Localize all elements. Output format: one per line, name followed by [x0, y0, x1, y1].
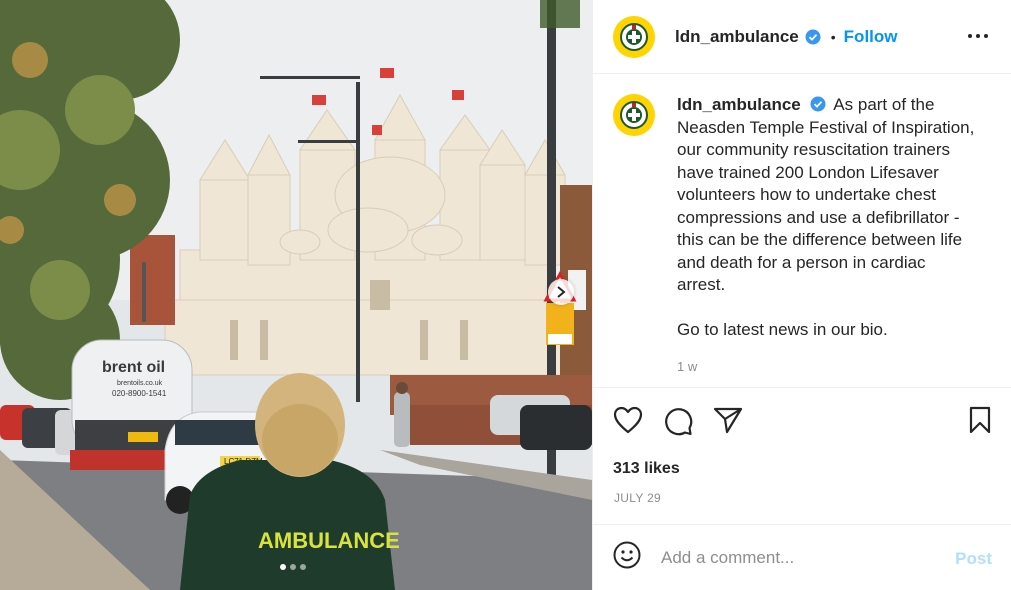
truck-site-text: brentoils.co.uk [117, 380, 163, 387]
carousel-indicator [280, 564, 306, 570]
avatar[interactable] [613, 15, 655, 58]
carousel-dot [290, 564, 296, 570]
caption-section: ldn_ambulance As part of the Neasden Tem… [593, 74, 1011, 387]
post-side-panel: ldn_ambulance • Follow ldn_ambulance As … [592, 0, 1011, 590]
post-comment-button[interactable]: Post [955, 549, 992, 569]
ambulance-crest-icon [620, 22, 648, 51]
caption-body-2: Go to latest news in our bio. [677, 319, 888, 339]
follow-button[interactable]: Follow [844, 27, 898, 47]
verified-badge-icon [805, 29, 821, 44]
verified-badge-icon [810, 96, 825, 112]
send-icon [713, 407, 743, 434]
carousel-next-button[interactable] [548, 279, 574, 305]
comment-icon [665, 408, 693, 436]
more-options-button[interactable] [967, 24, 989, 53]
heart-icon [613, 406, 643, 434]
header-separator: • [830, 28, 836, 45]
emoji-button[interactable] [613, 541, 641, 574]
jacket-text: AMBULANCE [258, 528, 400, 553]
header-username[interactable]: ldn_ambulance [675, 27, 799, 47]
chevron-right-icon [557, 286, 566, 298]
caption-row: ldn_ambulance As part of the Neasden Tem… [613, 94, 992, 341]
bookmark-icon [969, 406, 991, 434]
likes-count[interactable]: 313 likes [613, 460, 680, 478]
post-image[interactable]: brent oil brentoils.co.uk 020-8900-1541 … [0, 0, 592, 590]
caption-text: ldn_ambulance As part of the Neasden Tem… [677, 94, 977, 341]
emoji-icon [613, 541, 641, 569]
truck-brand-text: brent oil [102, 359, 165, 376]
carousel-dot [280, 564, 286, 570]
save-button[interactable] [968, 406, 992, 439]
post-photo-illustration: brent oil brentoils.co.uk 020-8900-1541 … [0, 0, 592, 590]
action-icons [613, 406, 992, 436]
ambulance-crest-icon [620, 101, 648, 129]
like-button[interactable] [613, 406, 643, 439]
more-options-icon [968, 34, 988, 38]
carousel-dot [300, 564, 306, 570]
post-date[interactable]: JULY 29 [614, 491, 661, 505]
comment-bar: Post [593, 524, 1011, 590]
truck-phone-text: 020-8900-1541 [112, 389, 167, 398]
comment-input[interactable] [661, 547, 931, 568]
comment-button[interactable] [663, 406, 693, 441]
share-button[interactable] [713, 406, 743, 439]
caption-username[interactable]: ldn_ambulance [677, 95, 801, 114]
caption-avatar[interactable] [613, 94, 655, 136]
post-header: ldn_ambulance • Follow [593, 0, 1011, 74]
caption-timestamp[interactable]: 1 w [677, 359, 992, 374]
post-actions: 313 likes JULY 29 [593, 387, 1011, 524]
caption-body: As part of the Neasden Temple Festival o… [677, 95, 975, 294]
